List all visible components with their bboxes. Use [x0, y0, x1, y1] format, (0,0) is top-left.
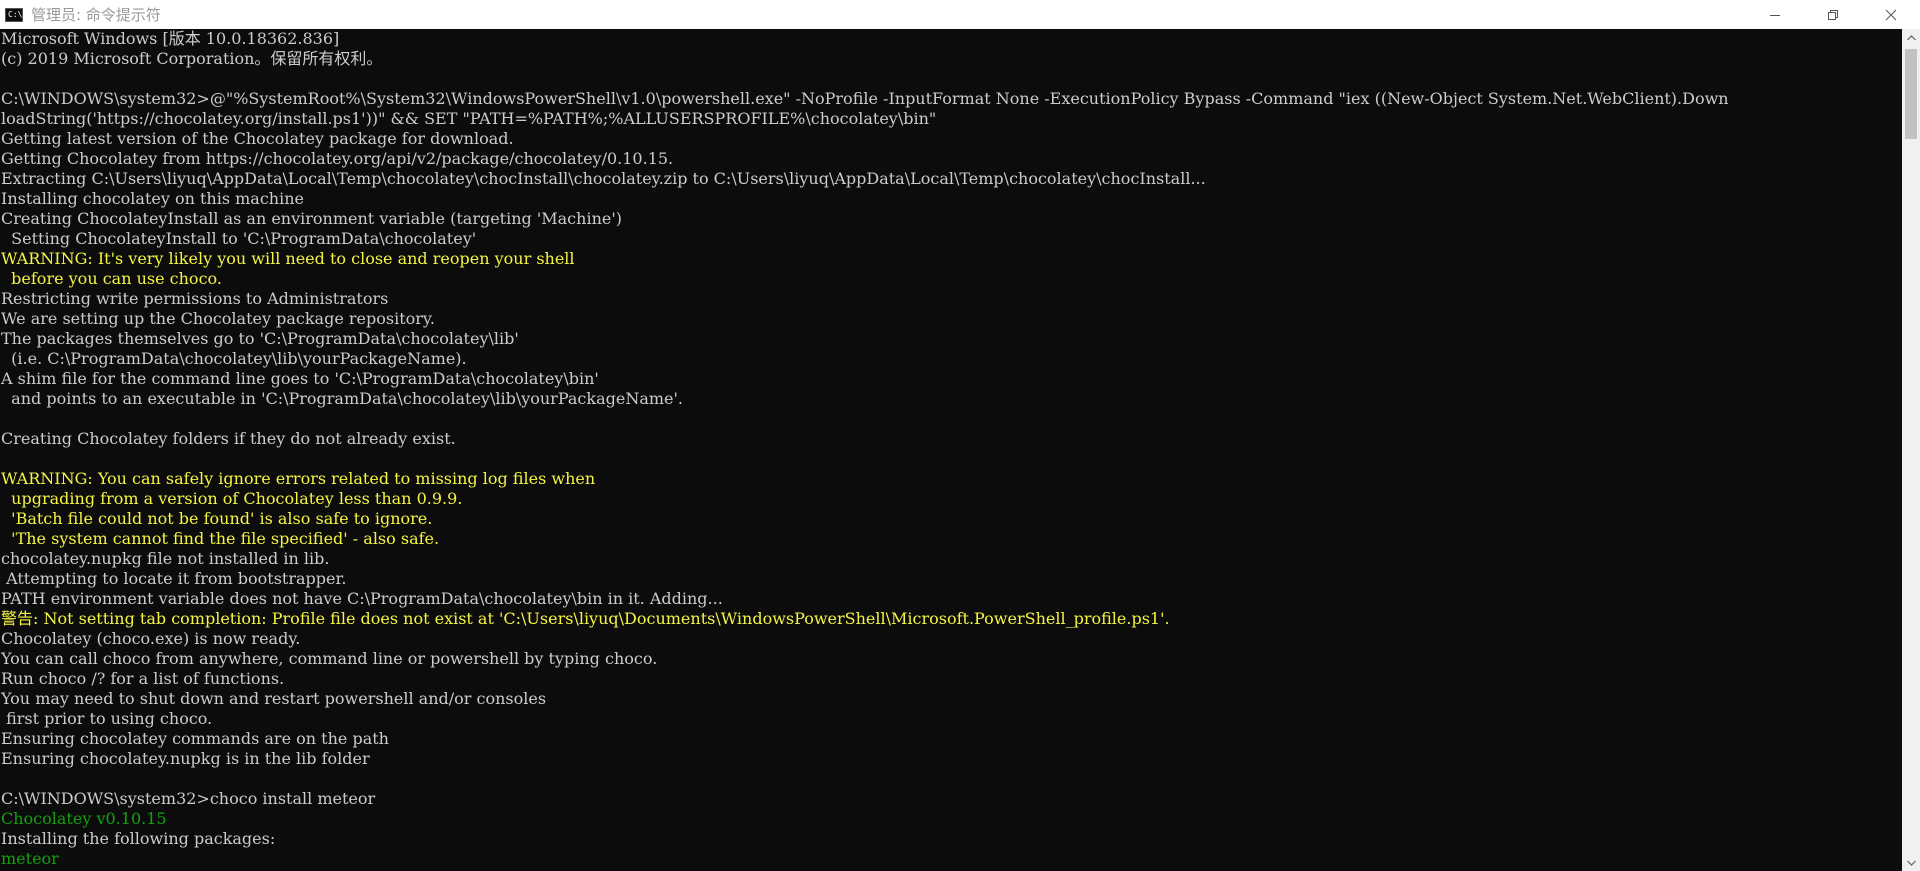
console-line: The packages themselves go to 'C:\Progra… — [1, 329, 519, 348]
console-line: 'The system cannot find the file specifi… — [1, 529, 440, 548]
vertical-scrollbar[interactable] — [1902, 29, 1920, 871]
console-line: A shim file for the command line goes to… — [1, 369, 599, 388]
chevron-up-icon — [1906, 34, 1916, 40]
console-line: before you can use choco. — [1, 269, 222, 288]
window-title: 管理员: 命令提示符 — [31, 6, 161, 24]
console-line: 'Batch file could not be found' is also … — [1, 509, 433, 528]
console-line: PATH environment variable does not have … — [1, 589, 723, 608]
console-line: Getting Chocolatey from https://chocolat… — [1, 149, 674, 168]
console-line: Ensuring chocolatey commands are on the … — [1, 729, 389, 748]
console-line: (i.e. C:\ProgramData\chocolatey\lib\your… — [1, 349, 467, 368]
maximize-button[interactable] — [1804, 0, 1862, 29]
minimize-button[interactable] — [1746, 0, 1804, 29]
close-button[interactable] — [1862, 0, 1920, 29]
console-line: Extracting C:\Users\liyuq\AppData\Local\… — [1, 169, 1206, 188]
console-line: loadString('https://chocolatey.org/insta… — [1, 109, 937, 128]
console-line: You can call choco from anywhere, comman… — [1, 649, 658, 668]
console-line: (c) 2019 Microsoft Corporation。保留所有权利。 — [1, 49, 383, 68]
console-line: and points to an executable in 'C:\Progr… — [1, 389, 683, 408]
scroll-down-button[interactable] — [1902, 854, 1920, 871]
console-line: WARNING: You can safely ignore errors re… — [1, 469, 596, 488]
console-line: Chocolatey (choco.exe) is now ready. — [1, 629, 301, 648]
title-bar[interactable]: C:\ 管理员: 命令提示符 — [0, 0, 1920, 29]
console-app-icon[interactable]: C:\ — [5, 7, 23, 22]
console-line: upgrading from a version of Chocolatey l… — [1, 489, 463, 508]
console-line: Chocolatey v0.10.15 — [1, 809, 167, 828]
console-line: We are setting up the Chocolatey package… — [1, 309, 435, 328]
console-line: Getting latest version of the Chocolatey… — [1, 129, 514, 148]
console-line: C:\WINDOWS\system32>choco install meteor — [1, 789, 376, 808]
console-line: Installing the following packages: — [1, 829, 276, 848]
console-line: Microsoft Windows [版本 10.0.18362.836] — [1, 29, 340, 48]
maximize-icon — [1828, 9, 1838, 20]
console-line: chocolatey.nupkg file not installed in l… — [1, 549, 330, 568]
console-line: Creating ChocolateyInstall as an environ… — [1, 209, 622, 228]
scrollbar-thumb[interactable] — [1905, 49, 1917, 139]
console-line: 警告: Not setting tab completion: Profile … — [1, 609, 1170, 628]
chevron-down-icon — [1906, 860, 1916, 866]
console-line: Run choco /? for a list of functions. — [1, 669, 285, 688]
scroll-up-button[interactable] — [1902, 29, 1920, 46]
console-line: first prior to using choco. — [1, 709, 213, 728]
console-line: WARNING: It's very likely you will need … — [1, 249, 575, 268]
console-line: You may need to shut down and restart po… — [1, 689, 547, 708]
console-output[interactable]: Microsoft Windows [版本 10.0.18362.836] (c)… — [0, 29, 1902, 871]
minimize-icon — [1770, 14, 1780, 16]
console-line: meteor — [1, 849, 59, 868]
console-line: Setting ChocolateyInstall to 'C:\Program… — [1, 229, 477, 248]
console-line: Restricting write permissions to Adminis… — [1, 289, 389, 308]
console-line: Installing chocolatey on this machine — [1, 189, 304, 208]
console-line: C:\WINDOWS\system32>@"%SystemRoot%\Syste… — [1, 89, 1729, 108]
command-prompt-window: C:\ 管理员: 命令提示符 Microsoft Windows [版本 10.… — [0, 0, 1920, 871]
console-app-icon-label: C:\ — [8, 9, 23, 19]
console-line: Ensuring chocolatey.nupkg is in the lib … — [1, 749, 370, 768]
console-line: Creating Chocolatey folders if they do n… — [1, 429, 456, 448]
close-icon — [1885, 9, 1897, 20]
console-line: Attempting to locate it from bootstrappe… — [1, 569, 347, 588]
window-controls — [1746, 0, 1920, 29]
